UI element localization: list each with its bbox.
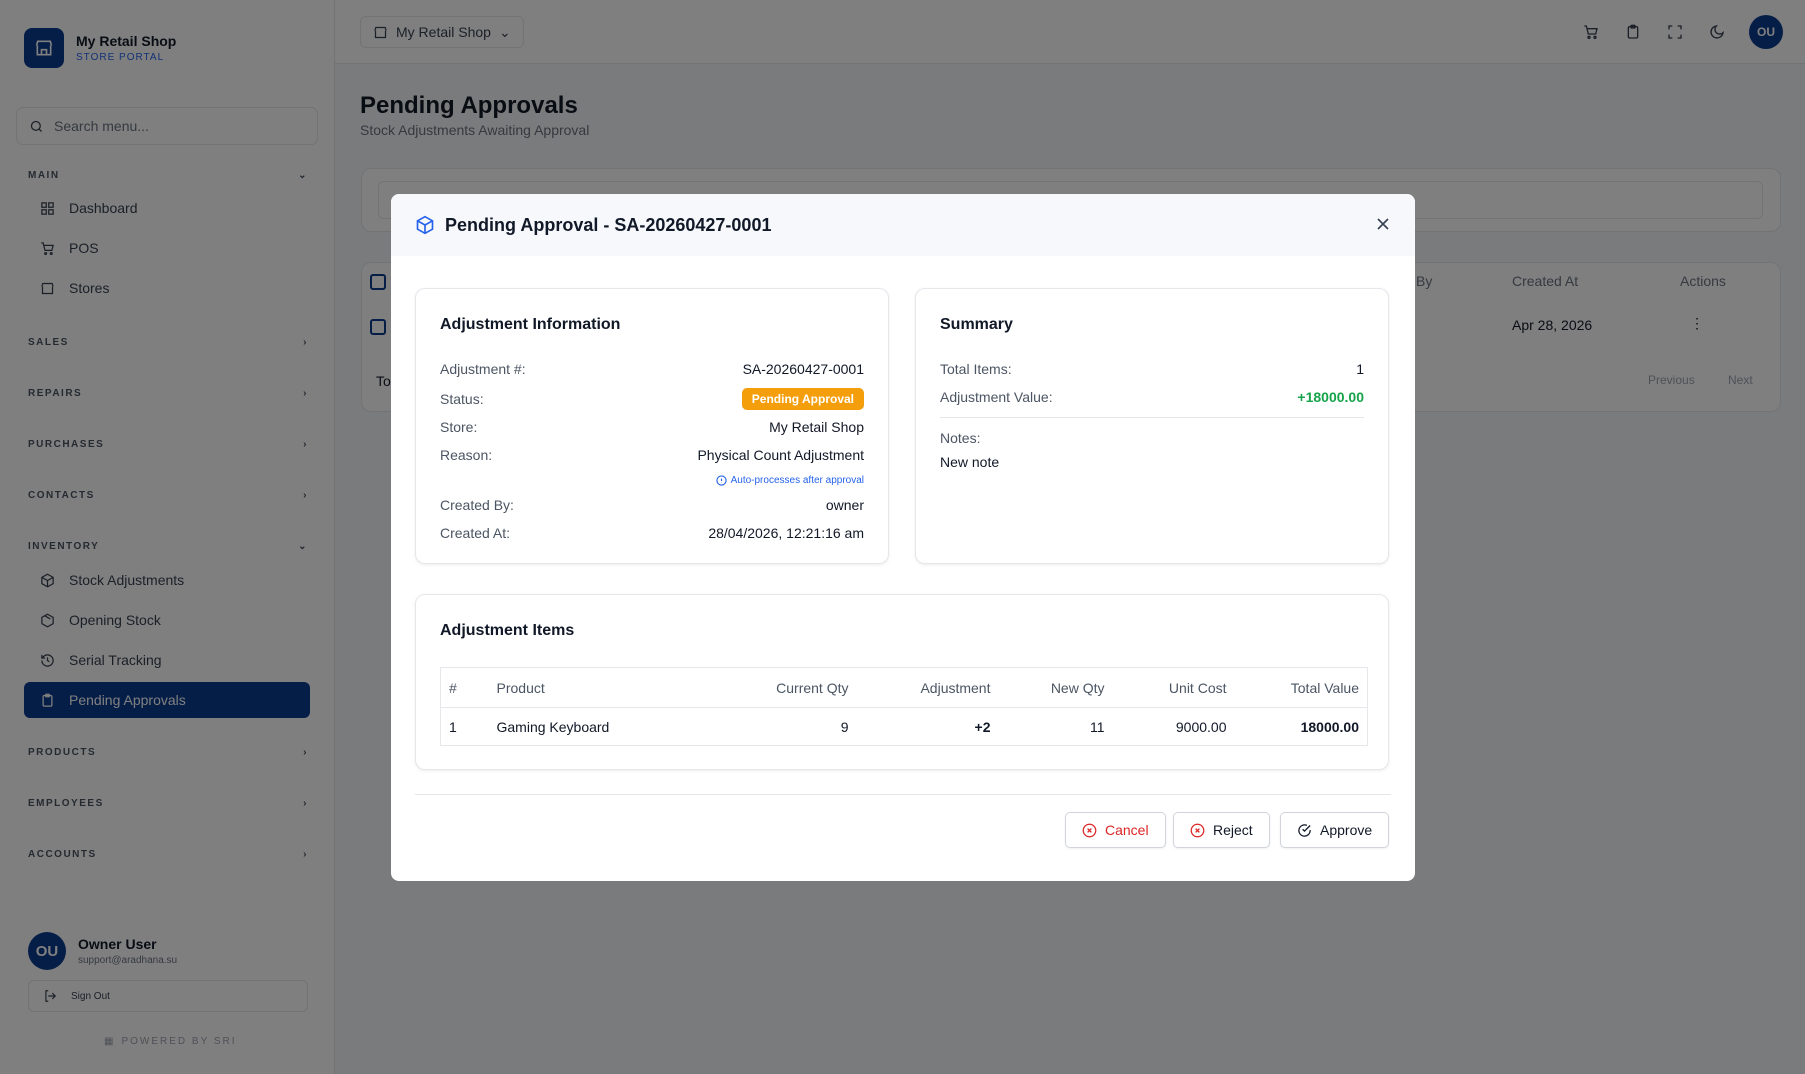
- summary-row-notes: New note: [940, 454, 1364, 470]
- card-title: Adjustment Information: [440, 316, 621, 333]
- summary-card: Summary Total Items: 1 Adjustment Value:…: [915, 288, 1389, 564]
- table-row: 1 Gaming Keyboard 9 +2 11 9000.00 18000.…: [441, 708, 1368, 746]
- row-unit-cost: 9000.00: [1175, 718, 1227, 735]
- x-circle-icon: [1082, 823, 1097, 837]
- info-row-created-by: Created By: owner: [440, 497, 864, 513]
- items-table: # Product Current Qty Adjustment New Qty…: [440, 667, 1368, 746]
- summary-row-notes-label: Notes:: [940, 430, 1364, 446]
- approve-label: Approve: [1320, 822, 1373, 838]
- table-header-row: # Product Current Qty Adjustment New Qty…: [440, 667, 1368, 708]
- reason-hint-text: Auto-processes after approval: [730, 475, 864, 486]
- close-icon: [1377, 218, 1389, 230]
- adjustment-value: +18000.00: [1297, 389, 1364, 405]
- info-row-reason: Reason: Physical Count Adjustment: [440, 447, 864, 463]
- created-by-value: owner: [825, 497, 864, 513]
- store-value: My Retail Shop: [769, 419, 864, 435]
- created-at-value: 28/04/2026, 12:21:16 am: [708, 525, 864, 541]
- box-icon: [416, 215, 434, 235]
- footer-divider: [415, 794, 1391, 795]
- column-header-new-qty: New Qty: [998, 667, 1113, 708]
- info-label: Created By:: [440, 497, 514, 513]
- cancel-label: Cancel: [1105, 822, 1149, 838]
- column-header-product: Product: [488, 667, 739, 708]
- column-header-unit-cost: Unit Cost: [1112, 667, 1235, 708]
- info-label: Store:: [440, 419, 478, 435]
- card-title: Summary: [940, 316, 1013, 333]
- modal-title: Pending Approval - SA-20260427-0001: [445, 214, 772, 235]
- info-row-adjustment: Adjustment #: SA-20260427-0001: [440, 361, 864, 377]
- summary-label: Total Items:: [940, 361, 1012, 377]
- adjustment-items-card: Adjustment Items # Product Current Qty A…: [415, 594, 1389, 770]
- info-row-store: Store: My Retail Shop: [440, 419, 864, 435]
- summary-divider: [940, 417, 1364, 418]
- x-circle-icon: [1190, 823, 1205, 837]
- row-total-value: 18000.00: [1300, 718, 1359, 735]
- info-row-created-at: Created At: 28/04/2026, 12:21:16 am: [440, 525, 864, 541]
- info-row-status: Status: Pending Approval: [440, 388, 864, 410]
- row-new-qty: 11: [1089, 718, 1105, 735]
- column-header-total-value: Total Value: [1234, 667, 1368, 708]
- info-label: Reason:: [440, 447, 493, 463]
- summary-label: Adjustment Value:: [940, 389, 1053, 405]
- adjustment-number: SA-20260427-0001: [742, 361, 864, 377]
- column-header-current-qty: Current Qty: [738, 667, 857, 708]
- column-header-num: #: [440, 667, 489, 708]
- adjustment-info-card: Adjustment Information Adjustment #: SA-…: [415, 288, 889, 564]
- pending-approval-modal: Pending Approval - SA-20260427-0001 Adju…: [391, 194, 1415, 881]
- info-icon: [715, 475, 727, 486]
- reject-button[interactable]: Reject: [1173, 812, 1270, 848]
- summary-row-adjustment-value: Adjustment Value: +18000.00: [940, 389, 1364, 405]
- close-button[interactable]: [1373, 214, 1393, 234]
- check-circle-icon: [1298, 823, 1311, 837]
- info-label: Created At:: [440, 525, 511, 541]
- row-num: 1: [449, 718, 457, 735]
- card-title: Adjustment Items: [440, 622, 575, 639]
- approve-button[interactable]: Approve: [1280, 812, 1390, 848]
- reason-hint: Auto-processes after approval: [715, 475, 864, 486]
- row-adjustment: +2: [974, 718, 991, 735]
- reject-label: Reject: [1213, 822, 1253, 838]
- notes-value: New note: [940, 454, 1000, 470]
- info-label: Adjustment #:: [440, 361, 526, 377]
- summary-label: Notes:: [940, 430, 981, 446]
- column-header-adjustment: Adjustment: [856, 667, 999, 708]
- row-current-qty: 9: [840, 718, 849, 735]
- row-product: Gaming Keyboard: [496, 718, 610, 735]
- modal-header: Pending Approval - SA-20260427-0001: [391, 194, 1415, 256]
- info-label: Status:: [440, 391, 484, 407]
- cancel-button[interactable]: Cancel: [1065, 812, 1166, 848]
- status-badge: Pending Approval: [741, 388, 864, 410]
- reason-value: Physical Count Adjustment: [697, 447, 864, 463]
- total-items-value: 1: [1356, 361, 1364, 377]
- summary-row-total-items: Total Items: 1: [940, 361, 1364, 377]
